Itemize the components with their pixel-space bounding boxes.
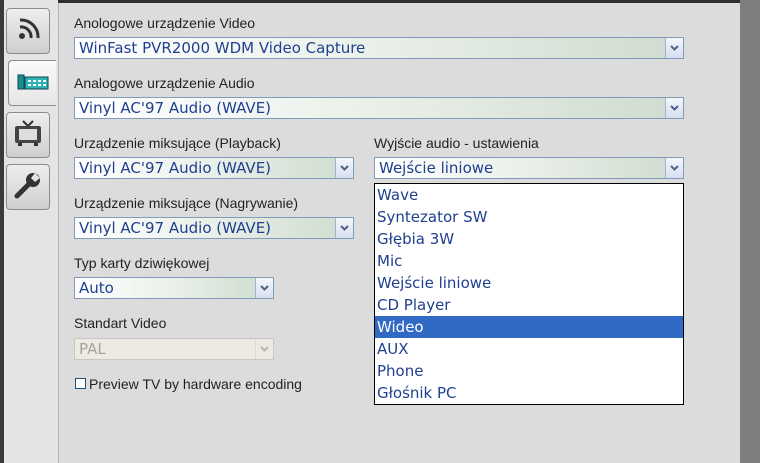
video-device-select[interactable]: WinFast PVR2000 WDM Video Capture [74,37,684,59]
audio-output-label: Wyjście audio - ustawienia [374,135,539,151]
video-capture-icon [16,69,50,97]
video-standard-select[interactable]: PAL [74,338,274,360]
tv-icon [13,119,43,151]
audio-device-label: Analogowe urządzenie Audio [74,75,255,91]
video-standard-label: Standart Video [74,315,167,331]
audio-output-dropdown-list: Wave Syntezator SW Głębia 3W Mic Wejście… [374,183,684,405]
preview-tv-label: Preview TV by hardware encoding [89,376,302,392]
mixer-record-select[interactable]: Vinyl AC'97 Audio (WAVE) [74,217,354,239]
audio-device-select[interactable]: Vinyl AC'97 Audio (WAVE) [74,97,684,119]
tab-broadcast[interactable] [6,8,50,54]
chevron-down-icon[interactable] [335,158,353,178]
broadcast-icon [14,15,42,47]
audio-output-value: Wejście liniowe [379,159,494,177]
mixer-playback-value: Vinyl AC'97 Audio (WAVE) [79,159,272,177]
tab-settings[interactable] [6,164,50,210]
dropdown-option[interactable]: Phone [375,360,683,382]
window-right-strip [740,0,760,463]
preview-tv-checkbox[interactable] [75,378,86,389]
mixer-record-label: Urządzenie miksujące (Nagrywanie) [74,195,299,211]
mixer-playback-select[interactable]: Vinyl AC'97 Audio (WAVE) [74,157,354,179]
dropdown-option[interactable]: Syntezator SW [375,206,683,228]
mixer-record-value: Vinyl AC'97 Audio (WAVE) [79,219,272,237]
chevron-down-icon[interactable] [665,98,683,118]
video-device-label: Anologowe urządzenie Video [74,15,256,31]
chevron-down-icon[interactable] [665,158,683,178]
video-standard-value: PAL [79,340,106,358]
dropdown-option-selected[interactable]: Wideo [375,316,683,338]
audio-device-value: Vinyl AC'97 Audio (WAVE) [79,99,272,117]
sound-card-type-select[interactable]: Auto [74,277,274,299]
chevron-down-icon[interactable] [255,278,273,298]
dropdown-option[interactable]: Wave [375,184,683,206]
dropdown-option[interactable]: Wejście liniowe [375,272,683,294]
tab-tv[interactable] [6,112,50,158]
chevron-down-icon [255,339,273,359]
video-device-value: WinFast PVR2000 WDM Video Capture [79,39,366,57]
chevron-down-icon[interactable] [335,218,353,238]
sound-card-type-value: Auto [79,279,114,297]
sound-card-type-label: Typ karty dziwiękowej [74,255,210,271]
tab-video-capture[interactable] [8,60,56,106]
dropdown-option[interactable]: CD Player [375,294,683,316]
dropdown-option[interactable]: Głębia 3W [375,228,683,250]
dropdown-option[interactable]: AUX [375,338,683,360]
chevron-down-icon[interactable] [665,38,683,58]
wrench-icon [13,170,43,204]
dropdown-option[interactable]: Głośnik PC [375,382,683,404]
panel-top-border [58,0,760,3]
dropdown-option[interactable]: Mic [375,250,683,272]
audio-output-select[interactable]: Wejście liniowe [374,157,684,179]
mixer-playback-label: Urządzenie miksujące (Playback) [74,135,281,151]
